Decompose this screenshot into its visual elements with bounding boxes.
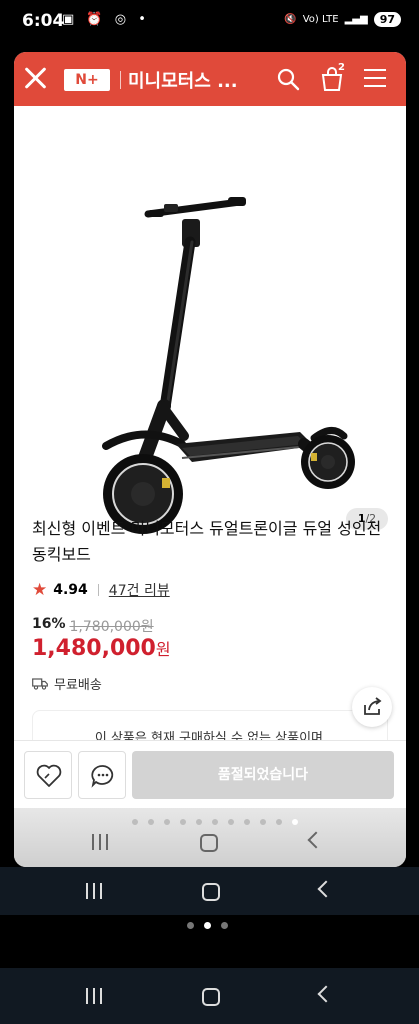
heart-icon — [36, 764, 62, 787]
discount-line: 16% 1,780,000원 — [32, 616, 154, 636]
sale-price: 1,480,000원 — [32, 636, 171, 661]
rating-divider — [97, 584, 99, 596]
cart-count-badge: 2 — [338, 62, 345, 73]
chat-icon — [91, 765, 114, 788]
window-pager-dots — [187, 922, 228, 929]
system-nav-bar-bottom — [0, 968, 419, 1024]
shipping-info: 무료배송 — [32, 674, 102, 693]
star-icon: ★ — [32, 580, 48, 600]
battery-badge: 97 — [373, 12, 401, 27]
price-value: 1,480,000 — [32, 636, 156, 661]
close-icon[interactable] — [22, 64, 50, 92]
soldout-button[interactable]: 품절되었습니다 — [132, 751, 394, 799]
home-icon[interactable] — [200, 834, 218, 852]
back-icon[interactable] — [307, 831, 325, 849]
wishlist-button[interactable] — [24, 751, 72, 799]
search-icon[interactable] — [276, 67, 300, 91]
price-unit: 원 — [155, 640, 171, 659]
inner-nav-buttons — [92, 831, 325, 852]
discount-rate: 16% — [32, 616, 66, 632]
clock: 6:04 — [22, 11, 65, 31]
chat-button[interactable] — [78, 751, 126, 799]
rating-score: 4.94 — [53, 582, 88, 598]
system-nav-buttons — [86, 880, 335, 901]
app-header: N+ 미니모터스 ... 2 — [14, 52, 406, 106]
screen: 6:04 ▣ ⏰ ◎ • 🔇 Vo) LTE ▂▄▆ 97 N+ 미니모터스 .… — [0, 0, 419, 1024]
status-right: 🔇 Vo) LTE ▂▄▆ 97 — [284, 12, 401, 27]
recent-apps-icon[interactable] — [92, 834, 108, 850]
notification-icons: ▣ ⏰ ◎ • — [62, 12, 150, 27]
recent-apps-icon[interactable] — [86, 883, 102, 899]
signal-label: Vo) LTE — [302, 14, 339, 25]
app-window: N+ 미니모터스 ... 2 1/2 최신형 이벤트 미니모터스 듀얼트론이글 … — [14, 52, 406, 867]
inner-nav-bar — [14, 808, 406, 867]
store-title[interactable]: 미니모터스 ... — [128, 67, 238, 93]
reviews-link[interactable]: 47건 리뷰 — [109, 580, 170, 600]
home-icon[interactable] — [202, 988, 220, 1006]
share-icon — [364, 697, 382, 715]
rating-row: ★ 4.94 47건 리뷰 — [32, 580, 170, 600]
original-price: 1,780,000원 — [69, 619, 154, 635]
system-nav-bar — [0, 867, 419, 915]
brand-logo[interactable]: N+ — [64, 69, 110, 91]
system-nav-buttons — [86, 985, 335, 1006]
header-divider — [120, 71, 121, 89]
back-icon[interactable] — [317, 880, 335, 898]
status-bar: 6:04 ▣ ⏰ ◎ • 🔇 Vo) LTE ▂▄▆ 97 — [0, 0, 419, 44]
mute-icon: 🔇 — [284, 14, 297, 25]
home-icon[interactable] — [202, 883, 220, 901]
menu-icon[interactable] — [364, 69, 386, 87]
signal-icon: ▂▄▆ — [344, 14, 368, 25]
product-title: 최신형 이벤트 미니모터스 듀얼트론이글 듀얼 성인전동킥보드 — [32, 519, 382, 564]
scooter-illustration — [102, 197, 355, 534]
product-image[interactable]: 1/2 — [14, 106, 406, 538]
action-bar: 품절되었습니다 — [14, 740, 406, 808]
shipping-label: 무료배송 — [54, 678, 102, 693]
recent-apps-icon[interactable] — [86, 988, 102, 1004]
share-button[interactable] — [352, 687, 392, 727]
back-icon[interactable] — [317, 985, 335, 1003]
inner-page-dots — [132, 819, 298, 825]
truck-icon — [32, 677, 48, 690]
